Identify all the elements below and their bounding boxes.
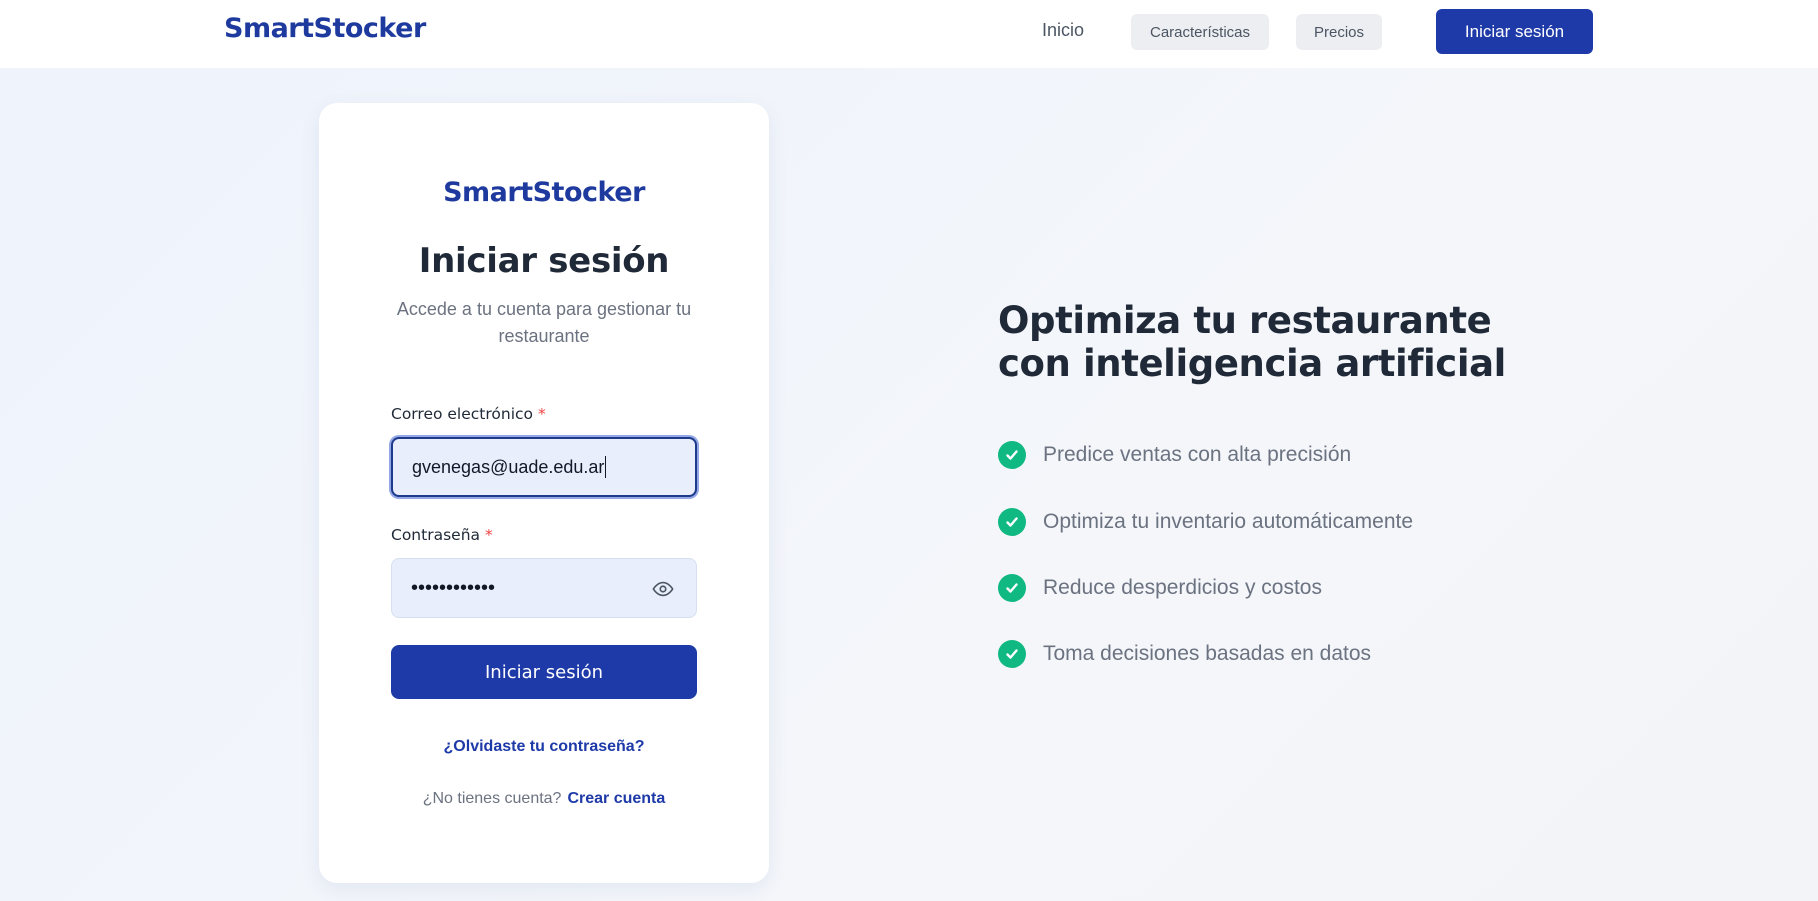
login-submit-button[interactable]: Iniciar sesión bbox=[391, 645, 697, 699]
signup-prompt: ¿No tienes cuenta? bbox=[422, 790, 562, 807]
nav-link-inicio[interactable]: Inicio bbox=[1042, 20, 1084, 41]
nav-link-precios[interactable]: Precios bbox=[1296, 14, 1382, 50]
feature-item: Predice ventas con alta precisión bbox=[998, 441, 1351, 469]
feature-item: Reduce desperdicios y costos bbox=[998, 574, 1322, 602]
email-label: Correo electrónico * bbox=[391, 405, 546, 423]
password-label-text: Contraseña bbox=[391, 526, 481, 544]
password-field[interactable]: •••••••••••• bbox=[391, 558, 697, 618]
feature-text: Toma decisiones basadas en datos bbox=[1043, 642, 1372, 665]
required-mark: * bbox=[538, 405, 546, 423]
login-title: Iniciar sesión bbox=[418, 241, 670, 281]
check-circle-icon bbox=[998, 508, 1026, 536]
signup-row: ¿No tienes cuenta? Crear cuenta bbox=[319, 790, 769, 808]
eye-icon[interactable] bbox=[652, 578, 674, 600]
card-brand-logo: SmartStocker bbox=[443, 177, 645, 208]
check-circle-icon bbox=[998, 640, 1026, 668]
feature-text: Reduce desperdicios y costos bbox=[1043, 576, 1322, 599]
email-label-text: Correo electrónico bbox=[391, 405, 534, 423]
check-circle-icon bbox=[998, 441, 1026, 469]
login-card: SmartStocker Iniciar sesión Accede a tu … bbox=[319, 103, 769, 883]
text-caret bbox=[605, 456, 607, 478]
brand-logo[interactable]: SmartStocker bbox=[224, 13, 426, 44]
password-label: Contraseña * bbox=[391, 526, 493, 544]
email-field-value: gvenegas@uade.edu.ar bbox=[412, 456, 605, 477]
password-field-value: •••••••••••• bbox=[411, 576, 496, 599]
forgot-password-link[interactable]: ¿Olvidaste tu contraseña? bbox=[319, 738, 769, 756]
page-background bbox=[0, 68, 1818, 901]
feature-item: Toma decisiones basadas en datos bbox=[998, 640, 1371, 668]
feature-text: Predice ventas con alta precisión bbox=[1043, 443, 1352, 466]
hero-title: Optimiza tu restaurante con inteligencia… bbox=[998, 299, 1506, 385]
nav-link-caracteristicas[interactable]: Características bbox=[1131, 14, 1269, 50]
feature-item: Optimiza tu inventario automáticamente bbox=[998, 508, 1413, 536]
login-subtitle: Accede a tu cuenta para gestionar tu res… bbox=[396, 299, 692, 346]
check-circle-icon bbox=[998, 574, 1026, 602]
required-mark: * bbox=[485, 526, 493, 544]
create-account-link[interactable]: Crear cuenta bbox=[567, 790, 665, 807]
email-field[interactable]: gvenegas@uade.edu.ar bbox=[391, 437, 697, 497]
feature-text: Optimiza tu inventario automáticamente bbox=[1043, 510, 1414, 533]
top-navbar: SmartStocker Inicio Características Prec… bbox=[0, 0, 1818, 68]
header-login-button[interactable]: Iniciar sesión bbox=[1436, 9, 1593, 54]
